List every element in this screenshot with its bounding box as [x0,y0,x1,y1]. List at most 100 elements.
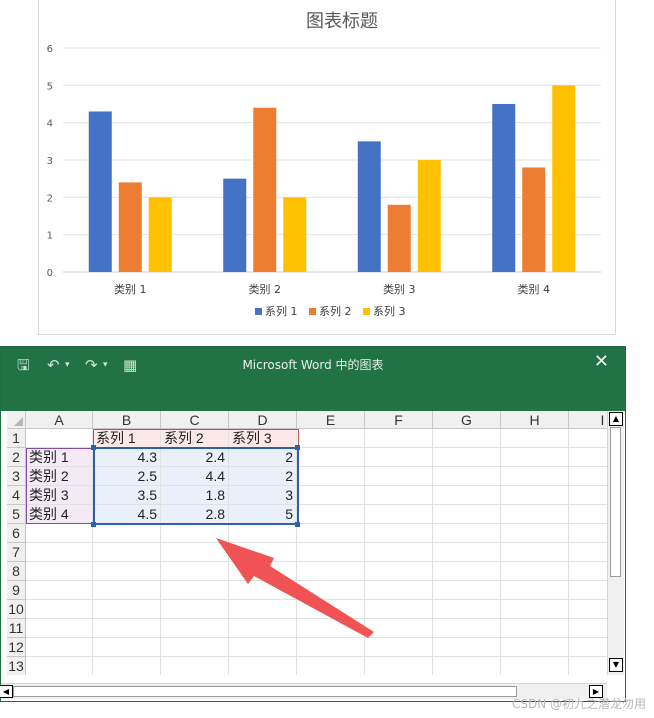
cell-H4[interactable] [501,486,569,505]
close-icon[interactable]: ✕ [594,351,609,373]
cell-B8[interactable] [93,562,161,581]
column-header[interactable]: D [229,411,297,429]
column-header[interactable]: F [365,411,433,429]
cell-H11[interactable] [501,619,569,638]
horizontal-scroll-thumb[interactable] [13,686,517,697]
cell-G5[interactable] [433,505,501,524]
cell-B9[interactable] [93,581,161,600]
cell-B2[interactable]: 4.3 [93,448,161,467]
cell-D3[interactable]: 2 [229,467,297,486]
row-header[interactable]: 8 [7,562,26,581]
cell-A1[interactable] [26,429,93,448]
cell-A4[interactable]: 类别 3 [26,486,93,505]
row-header[interactable]: 13 [7,657,26,675]
cell-H7[interactable] [501,543,569,562]
cell-F3[interactable] [365,467,433,486]
column-header[interactable]: B [93,411,161,429]
cell-B4[interactable]: 3.5 [93,486,161,505]
row-header[interactable]: 10 [7,600,26,619]
cell-A10[interactable] [26,600,93,619]
cell-H6[interactable] [501,524,569,543]
cell-I1[interactable] [569,429,607,448]
cell-I4[interactable] [569,486,607,505]
cell-E1[interactable] [297,429,365,448]
cell-B10[interactable] [93,600,161,619]
cell-E5[interactable] [297,505,365,524]
cell-D5[interactable]: 5 [229,505,297,524]
cell-H8[interactable] [501,562,569,581]
cell-I5[interactable] [569,505,607,524]
column-header[interactable]: G [433,411,501,429]
range-resize-handle[interactable] [295,522,300,527]
cell-B5[interactable]: 4.5 [93,505,161,524]
cell-G10[interactable] [433,600,501,619]
cell-G8[interactable] [433,562,501,581]
cell-D2[interactable]: 2 [229,448,297,467]
cell-I10[interactable] [569,600,607,619]
cell-B1[interactable]: 系列 1 [93,429,161,448]
cell-I9[interactable] [569,581,607,600]
cell-C2[interactable]: 2.4 [161,448,229,467]
cell-I6[interactable] [569,524,607,543]
chart-area[interactable]: 图表标题 0 1 2 3 4 5 6 类别 1 类别 2 类别 3 类别 4 系列 1 系列 2 系列 3 [38,0,616,335]
cell-A7[interactable] [26,543,93,562]
cell-A11[interactable] [26,619,93,638]
cell-A12[interactable] [26,638,93,657]
select-all-corner[interactable] [7,411,26,429]
cell-E2[interactable] [297,448,365,467]
cell-A6[interactable] [26,524,93,543]
cell-H3[interactable] [501,467,569,486]
cell-C13[interactable] [161,657,229,675]
cell-H9[interactable] [501,581,569,600]
cell-G12[interactable] [433,638,501,657]
cell-I8[interactable] [569,562,607,581]
scroll-down-icon[interactable]: ▼ [609,658,623,672]
cell-A8[interactable] [26,562,93,581]
scroll-up-icon[interactable]: ▲ [609,412,623,426]
cell-A9[interactable] [26,581,93,600]
column-header[interactable]: E [297,411,365,429]
row-header[interactable]: 2 [7,448,26,467]
cell-G2[interactable] [433,448,501,467]
cell-H5[interactable] [501,505,569,524]
vertical-scrollbar[interactable]: ▲ ▼ [607,411,624,675]
cell-E3[interactable] [297,467,365,486]
column-header[interactable]: A [26,411,93,429]
column-header[interactable]: I [569,411,607,429]
row-header[interactable]: 4 [7,486,26,505]
range-resize-handle[interactable] [91,522,96,527]
cell-I7[interactable] [569,543,607,562]
cell-G11[interactable] [433,619,501,638]
range-resize-handle[interactable] [295,445,300,450]
range-resize-handle[interactable] [91,445,96,450]
cell-E4[interactable] [297,486,365,505]
cell-H13[interactable] [501,657,569,675]
row-header[interactable]: 12 [7,638,26,657]
cell-C3[interactable]: 4.4 [161,467,229,486]
cell-G1[interactable] [433,429,501,448]
cell-G9[interactable] [433,581,501,600]
row-header[interactable]: 5 [7,505,26,524]
cell-H1[interactable] [501,429,569,448]
cell-B11[interactable] [93,619,161,638]
vertical-scroll-thumb[interactable] [610,427,621,577]
cell-B3[interactable]: 2.5 [93,467,161,486]
cell-G6[interactable] [433,524,501,543]
cell-A3[interactable]: 类别 2 [26,467,93,486]
bar-chart[interactable]: 图表标题 0 1 2 3 4 5 6 类别 1 类别 2 类别 3 类别 4 系列 1 系列 2 系列 3 [39,0,615,334]
cell-C4[interactable]: 1.8 [161,486,229,505]
cell-G7[interactable] [433,543,501,562]
cell-G13[interactable] [433,657,501,675]
cell-C5[interactable]: 2.8 [161,505,229,524]
cell-C1[interactable]: 系列 2 [161,429,229,448]
cell-B12[interactable] [93,638,161,657]
row-header[interactable]: 7 [7,543,26,562]
cell-G3[interactable] [433,467,501,486]
row-header[interactable]: 9 [7,581,26,600]
cell-H2[interactable] [501,448,569,467]
cell-I2[interactable] [569,448,607,467]
cell-G4[interactable] [433,486,501,505]
cell-F5[interactable] [365,505,433,524]
cell-B13[interactable] [93,657,161,675]
row-header[interactable]: 6 [7,524,26,543]
